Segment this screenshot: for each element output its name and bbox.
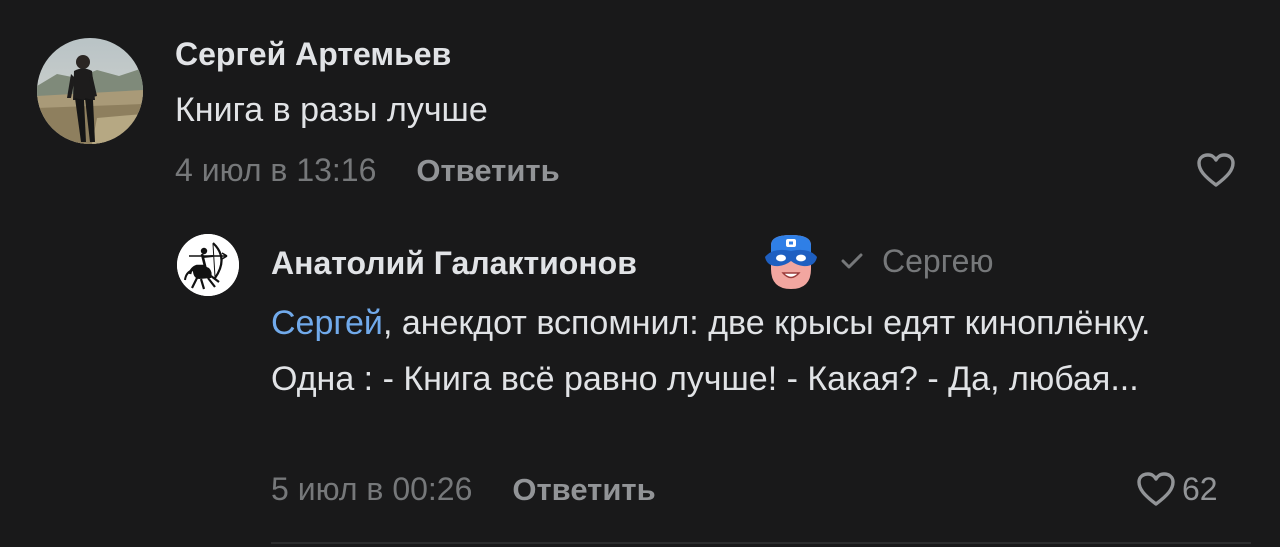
- like-button[interactable]: 62: [1136, 471, 1218, 507]
- mention-link[interactable]: Сергей: [271, 304, 383, 342]
- comment-author[interactable]: Сергей Артемьев: [175, 38, 451, 70]
- reply-to-name: Сергею: [882, 243, 994, 279]
- divider: [271, 542, 1251, 544]
- reply-button[interactable]: Ответить: [416, 155, 559, 186]
- reply-button[interactable]: Ответить: [512, 474, 655, 505]
- heart-icon: [1137, 472, 1175, 506]
- comment-author[interactable]: Анатолий Галактионов: [271, 247, 637, 279]
- comment-meta: 4 июл в 13:16 Ответить: [175, 154, 560, 186]
- comment-meta: 5 июл в 00:26 Ответить: [271, 473, 656, 505]
- comment-text: Книга в разы лучше: [175, 91, 488, 129]
- like-count: 62: [1182, 471, 1218, 507]
- comment-text: Сергей, анекдот вспомнил: две крысы едят…: [271, 295, 1231, 407]
- heart-icon: [1197, 153, 1235, 187]
- checkmark-icon: [841, 253, 863, 269]
- comment-timestamp[interactable]: 4 июл в 13:16: [175, 154, 376, 186]
- comments-thread: Сергей Артемьев Книга в разы лучше 4 июл…: [0, 0, 1280, 547]
- archer-centaur-logo: [177, 234, 239, 296]
- comment-timestamp[interactable]: 5 июл в 00:26: [271, 473, 472, 505]
- reply-to-indicator[interactable]: Сергею: [840, 245, 993, 277]
- like-button[interactable]: [1196, 152, 1236, 188]
- user-photo: [37, 38, 143, 144]
- avatar[interactable]: [37, 38, 143, 144]
- superhero-mask-badge[interactable]: [763, 233, 819, 291]
- comment-body: , анекдот вспомнил: две крысы едят киноп…: [271, 304, 1151, 398]
- avatar[interactable]: [177, 234, 239, 296]
